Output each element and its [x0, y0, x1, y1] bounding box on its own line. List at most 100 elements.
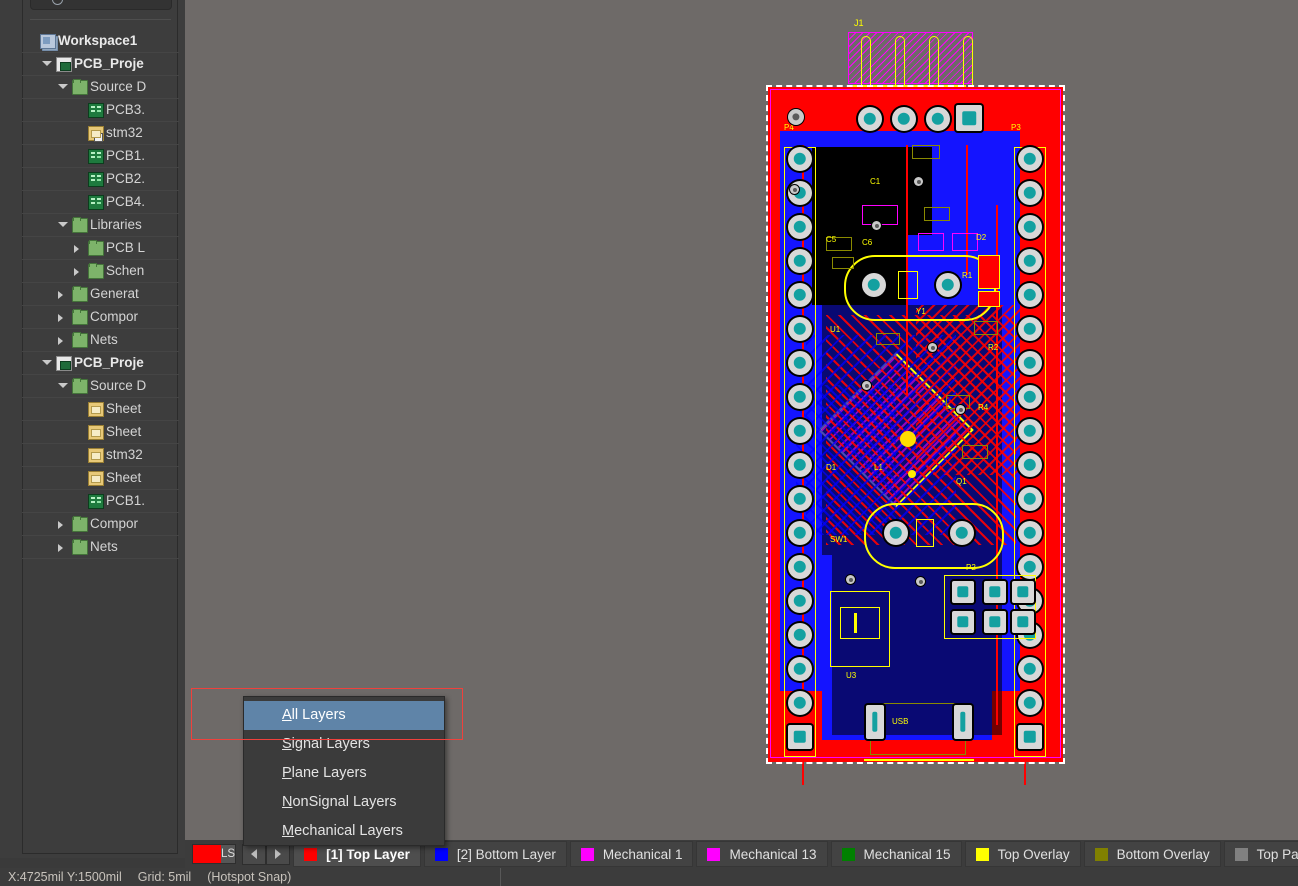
tree-item[interactable]: Sheet [22, 421, 179, 444]
tree-item-label: PCB4. [106, 194, 146, 209]
tree-item-label: Workspace1 [58, 33, 138, 48]
tree-item[interactable]: Schen [22, 260, 179, 283]
expand-triangle-icon[interactable] [58, 291, 63, 299]
collapse-triangle-icon[interactable] [42, 61, 52, 66]
tree-item[interactable]: PCB L [22, 237, 179, 260]
tree-item-label: PCB1. [106, 148, 146, 163]
layer-sets-context-menu[interactable]: All Layers Signal Layers Plane Layers NonSi… [243, 696, 445, 846]
layer-sets-button[interactable]: LS [192, 844, 237, 864]
expand-triangle-icon[interactable] [74, 268, 79, 276]
expand-triangle-icon[interactable] [74, 245, 79, 253]
tree-item[interactable]: Source D [22, 76, 179, 99]
tree-item-label: PCB_Proje [74, 56, 144, 71]
layer-tab-label: Top Overlay [997, 846, 1070, 862]
sch-doc-icon [88, 471, 104, 486]
layer-tab[interactable]: Mechanical 1 [569, 841, 694, 867]
layer-tab[interactable]: [2] Bottom Layer [423, 841, 567, 867]
pcb-board[interactable]: U3 USB P4 P3 P2 SW1 C5 C6 D2 U1 R1 Y1 R2… [766, 85, 1065, 785]
tree-item[interactable]: stm32 [22, 444, 179, 467]
expand-triangle-icon[interactable] [58, 337, 63, 345]
layer-tab-label: [1] Top Layer [326, 846, 410, 862]
status-snap: (Hotspot Snap) [207, 870, 292, 884]
layer-tab[interactable]: Mechanical 13 [696, 841, 828, 867]
tree-item[interactable]: PCB3. [22, 99, 179, 122]
expand-triangle-icon[interactable] [58, 521, 63, 529]
layer-sets-color-swatch [193, 845, 221, 863]
tree-item-label: PCB L [106, 240, 146, 255]
collapse-triangle-icon[interactable] [58, 222, 68, 227]
tree-item[interactable]: PCB2. [22, 168, 179, 191]
connector-pin [895, 36, 905, 92]
menu-item-signal-layers[interactable]: Signal Layers [244, 730, 444, 759]
folder-icon [72, 539, 88, 555]
tree-item[interactable]: PCB_Proje [22, 53, 179, 76]
collapse-triangle-icon[interactable] [58, 383, 68, 388]
layer-tab[interactable]: Top Paste [1223, 841, 1298, 867]
tree-item[interactable]: Generat [22, 283, 179, 306]
collapse-triangle-icon[interactable] [42, 360, 52, 365]
tree-item-label: PCB_Proje [74, 355, 144, 370]
menu-item-mechanical-layers[interactable]: Mechanical Layers [244, 817, 444, 846]
sch-doc-icon [88, 402, 104, 417]
tree-item[interactable]: Sheet [22, 467, 179, 490]
layer-tab-label: Mechanical 13 [729, 846, 817, 862]
layer-nav-buttons[interactable] [242, 843, 291, 865]
sch-doc-icon [88, 425, 104, 440]
panel-divider [30, 19, 171, 20]
layer-tab[interactable]: Top Overlay [964, 841, 1081, 867]
tree-item[interactable]: Compor [22, 513, 179, 536]
status-bar: X:4725mil Y:1500mil Grid: 5mil (Hotspot … [0, 868, 1298, 886]
pcb-doc-icon [88, 149, 104, 164]
tree-item-label: Compor [90, 309, 139, 324]
tree-item[interactable]: Compor [22, 306, 179, 329]
tree-item-label: Nets [90, 332, 118, 347]
connector-pin [929, 36, 939, 92]
layer-tab-label: Mechanical 1 [602, 846, 683, 862]
tree-item[interactable]: Nets [22, 536, 179, 559]
tree-item[interactable]: PCB4. [22, 191, 179, 214]
collapse-triangle-icon[interactable] [58, 84, 68, 89]
tree-item-label: Sheet [106, 401, 142, 416]
status-coordinates: X:4725mil Y:1500mil [8, 870, 122, 884]
expand-triangle-icon[interactable] [58, 544, 63, 552]
menu-item-nonsignal-layers[interactable]: NonSignal Layers [244, 788, 444, 817]
tree-item-label: PCB3. [106, 102, 146, 117]
tree-item-label: Libraries [90, 217, 142, 232]
folder-icon [72, 217, 88, 233]
tree-item-label: Source D [90, 378, 147, 393]
folder-icon [72, 332, 88, 348]
layer-tab[interactable]: Bottom Overlay [1083, 841, 1221, 867]
layer-color-swatch [1234, 847, 1248, 861]
tree-item[interactable]: Sheet [22, 398, 179, 421]
folder-icon [72, 286, 88, 302]
pcb-doc-icon [88, 103, 104, 118]
status-separator [500, 868, 501, 886]
menu-item-plane-layers[interactable]: Plane Layers [244, 759, 444, 788]
tree-item[interactable]: PCB_Proje [22, 352, 179, 375]
chevron-left-icon [251, 849, 258, 859]
layer-tab[interactable]: Mechanical 15 [830, 841, 962, 867]
tree-item[interactable]: Libraries [22, 214, 179, 237]
folder-icon [72, 378, 88, 394]
menu-item-all-layers[interactable]: All Layers [244, 701, 444, 730]
tree-item-label: Sheet [106, 470, 142, 485]
next-layer-button[interactable] [266, 843, 291, 865]
workspace-icon [40, 34, 56, 49]
tree-item[interactable]: Workspace1 [22, 30, 179, 53]
tree-item[interactable]: stm32 [22, 122, 179, 145]
folder-icon [72, 79, 88, 95]
tree-item[interactable]: Source D [22, 375, 179, 398]
tree-item-label: Schen [106, 263, 145, 278]
project-tree[interactable]: Workspace1 PCB_Proje Source D PCB3. stm32 PCB… [22, 30, 179, 559]
tree-item[interactable]: Nets [22, 329, 179, 352]
tree-item-label: PCB2. [106, 171, 146, 186]
tree-item[interactable]: PCB1. [22, 490, 179, 513]
projects-panel: Workspace1 PCB_Proje Source D PCB3. stm32 PCB… [0, 0, 185, 858]
expand-triangle-icon[interactable] [58, 314, 63, 322]
folder-icon [72, 516, 88, 532]
tree-item[interactable]: PCB1. [22, 145, 179, 168]
search-input[interactable] [30, 0, 172, 10]
connector-pin [963, 36, 973, 92]
previous-layer-button[interactable] [242, 843, 267, 865]
pcb-doc-icon [88, 494, 104, 509]
